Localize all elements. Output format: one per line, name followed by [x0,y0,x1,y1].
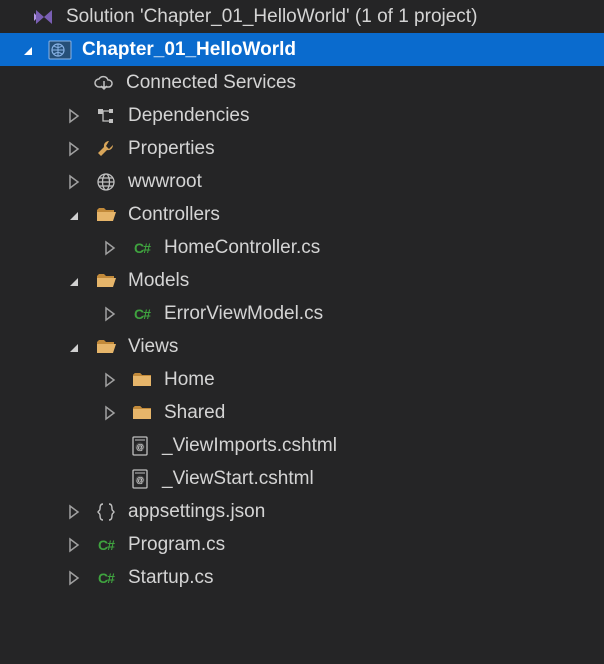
cshtml-icon [128,434,152,458]
vs-icon [32,5,56,29]
expand-arrow[interactable] [66,141,82,157]
expand-arrow[interactable] [66,570,82,586]
csharp-icon: C# [130,302,154,326]
solution-row[interactable]: Solution 'Chapter_01_HelloWorld' (1 of 1… [0,0,604,33]
folder-open-icon [94,269,118,293]
expand-arrow[interactable] [66,504,82,520]
tree-item-dependencies[interactable]: Dependencies [0,99,604,132]
expand-arrow[interactable] [66,273,82,289]
expand-arrow[interactable] [102,372,118,388]
folder-open-icon [94,335,118,359]
item-label: Startup.cs [128,567,214,589]
tree-item-home[interactable]: Home [0,363,604,396]
tree-item-connected-services[interactable]: Connected Services [0,66,604,99]
expand-arrow[interactable] [102,405,118,421]
item-label: Shared [164,402,225,424]
expand-arrow[interactable] [66,174,82,190]
project-row[interactable]: Chapter_01_HelloWorld [0,33,604,66]
csharp-icon: C# [94,533,118,557]
cloud-icon [92,71,116,95]
folder-closed-icon [130,401,154,425]
item-label: appsettings.json [128,501,265,523]
item-label: Home [164,369,215,391]
tree-item-program[interactable]: C# Program.cs [0,528,604,561]
item-label: Connected Services [126,72,296,94]
item-label: ErrorViewModel.cs [164,303,323,325]
item-label: Dependencies [128,105,249,127]
item-label: Program.cs [128,534,225,556]
tree-item-viewstart[interactable]: _ViewStart.cshtml [0,462,604,495]
tree-item-wwwroot[interactable]: wwwroot [0,165,604,198]
tree-item-models[interactable]: Models [0,264,604,297]
tree-item-appsettings[interactable]: appsettings.json [0,495,604,528]
globe-icon [94,170,118,194]
tree-item-properties[interactable]: Properties [0,132,604,165]
expand-arrow[interactable] [66,339,82,355]
folder-open-icon [94,203,118,227]
expand-arrow[interactable] [102,306,118,322]
expand-arrow[interactable] [102,240,118,256]
item-label: _ViewImports.cshtml [162,435,337,457]
csharp-icon: C# [94,566,118,590]
csharp-icon: C# [130,236,154,260]
project-icon [48,38,72,62]
item-label: Views [128,336,178,358]
tree-item-shared[interactable]: Shared [0,396,604,429]
item-label: _ViewStart.cshtml [162,468,314,490]
cshtml-icon [128,467,152,491]
json-icon [94,500,118,524]
expand-arrow[interactable] [66,207,82,223]
item-label: wwwroot [128,171,202,193]
tree-item-controllers[interactable]: Controllers [0,198,604,231]
item-label: Controllers [128,204,220,226]
expand-arrow[interactable] [20,42,36,58]
folder-closed-icon [130,368,154,392]
item-label: Models [128,270,189,292]
wrench-icon [94,137,118,161]
item-label: HomeController.cs [164,237,320,259]
item-label: Properties [128,138,215,160]
dependencies-icon [94,104,118,128]
tree-item-homecontroller[interactable]: C# HomeController.cs [0,231,604,264]
expand-arrow[interactable] [66,108,82,124]
solution-label: Solution 'Chapter_01_HelloWorld' (1 of 1… [66,6,477,28]
tree-item-views[interactable]: Views [0,330,604,363]
expand-arrow[interactable] [66,537,82,553]
tree-item-errorviewmodel[interactable]: C# ErrorViewModel.cs [0,297,604,330]
tree-item-startup[interactable]: C# Startup.cs [0,561,604,594]
tree-item-viewimports[interactable]: _ViewImports.cshtml [0,429,604,462]
project-label: Chapter_01_HelloWorld [82,39,296,61]
